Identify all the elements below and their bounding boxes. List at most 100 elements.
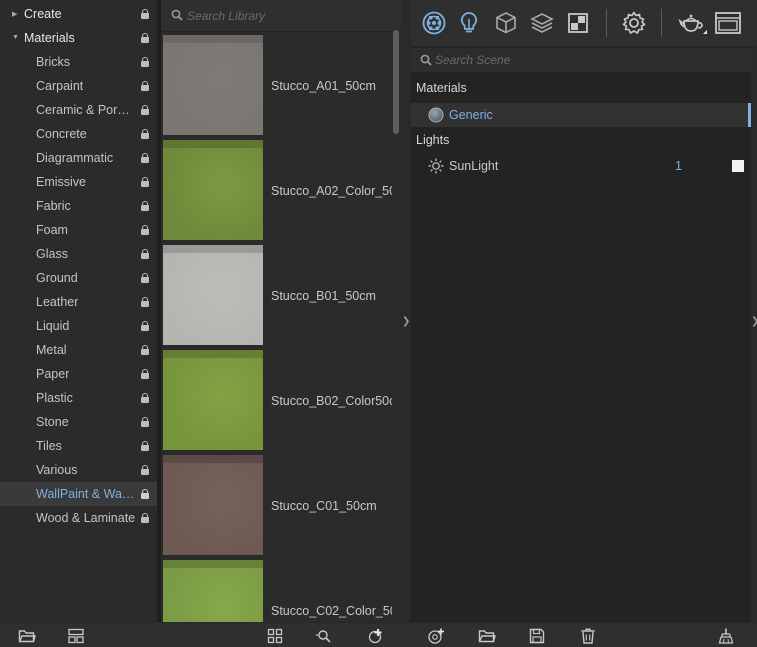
window-icon[interactable] (714, 10, 742, 36)
settings-icon[interactable] (621, 10, 647, 36)
material-thumbnail (163, 560, 263, 622)
scene-toolbar (411, 0, 757, 46)
tree-category-item[interactable]: Liquid (0, 314, 157, 338)
new-material-icon[interactable] (427, 627, 445, 645)
panel-splitter[interactable]: ❯ (401, 0, 411, 622)
tree-item-label: Plastic (36, 391, 73, 405)
tree-group-create[interactable]: ▶ Create (0, 2, 157, 26)
scene-search-input[interactable] (435, 50, 735, 70)
tree-item-label: Stone (36, 415, 69, 429)
cleanup-icon[interactable] (717, 627, 735, 645)
layout-icon[interactable] (67, 627, 85, 645)
chevron-down-icon[interactable]: ▼ (12, 34, 19, 41)
lock-icon (141, 273, 149, 283)
sun-icon (428, 158, 444, 174)
render-teapot-icon[interactable] (677, 10, 707, 36)
lock-icon (141, 129, 149, 139)
material-name: Stucco_A02_Color_50cm (271, 184, 395, 198)
lights-icon[interactable] (456, 10, 482, 36)
scene-list: Materials Generic Lights SunLight 1 (411, 46, 751, 622)
material-item[interactable]: Stucco_A02_Color_50cm (161, 140, 401, 242)
tree-group-materials[interactable]: ▼ Materials (0, 26, 157, 50)
tree-category-item[interactable]: Wood & Laminate (0, 506, 157, 530)
tree-category-item[interactable]: Diagrammatic (0, 146, 157, 170)
lock-icon (141, 297, 149, 307)
tree-item-label: Concrete (36, 127, 87, 141)
tree-category-item[interactable]: Carpaint (0, 74, 157, 98)
lock-icon (141, 393, 149, 403)
lights-section-title: Lights (416, 133, 450, 147)
library-search-input[interactable] (187, 6, 387, 26)
scene-light-row[interactable]: SunLight 1 (411, 154, 751, 178)
tree-item-label: Wood & Laminate (36, 511, 136, 525)
material-item[interactable]: Stucco_C02_Color_50cm (161, 560, 401, 622)
scene-search-bar (411, 48, 751, 72)
lock-icon (141, 513, 149, 523)
tree-category-item[interactable]: Concrete (0, 122, 157, 146)
find-icon[interactable] (315, 627, 333, 645)
tree-category-item[interactable]: Ground (0, 266, 157, 290)
tree-category-item[interactable]: Metal (0, 338, 157, 362)
search-icon (420, 54, 432, 66)
material-item[interactable]: Stucco_B02_Color50cm (161, 350, 401, 452)
tree-item-label: Carpaint (36, 79, 84, 93)
open-folder-icon[interactable] (18, 627, 36, 645)
save-icon[interactable] (528, 627, 546, 645)
material-name: Stucco_B02_Color50cm (271, 394, 395, 408)
tree-item-label: Liquid (36, 319, 70, 333)
materials-section-title: Materials (416, 81, 467, 95)
open-icon[interactable] (478, 627, 496, 645)
lock-icon (141, 201, 149, 211)
tree-category-item[interactable]: Tiles (0, 434, 157, 458)
tree-category-item[interactable]: Plastic (0, 386, 157, 410)
objects-icon[interactable] (493, 10, 519, 36)
bottom-toolbar (0, 622, 757, 647)
tree-category-item[interactable]: Ceramic & Porcel... (0, 98, 157, 122)
toolbar-separator (606, 9, 607, 37)
library-scrollbar-thumb[interactable] (393, 30, 399, 134)
tree-category-item[interactable]: Foam (0, 218, 157, 242)
category-tree: ▶ Create ▼ Materials Bricks Carpaint Ceramic &… (0, 0, 157, 622)
material-name: Generic (449, 108, 493, 122)
tree-category-item[interactable]: Paper (0, 362, 157, 386)
chevron-right-icon[interactable]: ❯ (751, 316, 757, 327)
material-item[interactable]: Stucco_A01_50cm (161, 35, 401, 137)
material-thumbnail (163, 455, 263, 555)
delete-icon[interactable] (579, 627, 597, 645)
material-name: Stucco_C02_Color_50cm (271, 604, 395, 618)
tree-item-label: Glass (36, 247, 68, 261)
tree-category-item[interactable]: Various (0, 458, 157, 482)
textures-icon[interactable] (565, 10, 591, 36)
material-name: Stucco_C01_50cm (271, 499, 377, 513)
lock-icon (141, 345, 149, 355)
chevron-right-icon[interactable]: ❯ (402, 316, 410, 327)
material-thumbnail (163, 350, 263, 450)
tree-category-item[interactable]: Emissive (0, 170, 157, 194)
light-enabled-checkbox[interactable] (732, 160, 744, 172)
tree-item-label: Fabric (36, 199, 71, 213)
material-sphere-icon (428, 107, 444, 123)
tree-item-label: Paper (36, 367, 70, 381)
chevron-right-icon[interactable]: ▶ (12, 10, 17, 18)
light-name: SunLight (449, 159, 499, 173)
tree-item-label: Various (36, 463, 78, 477)
tree-category-item[interactable]: Stone (0, 410, 157, 434)
tree-category-item[interactable]: Bricks (0, 50, 157, 74)
scene-material-row[interactable]: Generic (411, 103, 751, 127)
scene-panel: Materials Generic Lights SunLight 1 (411, 0, 757, 622)
tree-category-item[interactable]: Fabric (0, 194, 157, 218)
material-item[interactable]: Stucco_C01_50cm (161, 455, 401, 557)
lock-icon (141, 489, 149, 499)
tree-category-item[interactable]: WallPaint & Wall... (0, 482, 157, 506)
materials-icon[interactable] (421, 10, 447, 36)
add-icon[interactable] (366, 627, 384, 645)
tree-category-item[interactable]: Leather (0, 290, 157, 314)
tree-item-label: Create (24, 7, 62, 21)
material-thumbnail (163, 245, 263, 345)
scene-edge-strip: ❯ (751, 46, 757, 622)
material-item[interactable]: Stucco_B01_50cm (161, 245, 401, 347)
grid-view-icon[interactable] (266, 627, 284, 645)
layers-icon[interactable] (529, 10, 555, 36)
tree-category-item[interactable]: Glass (0, 242, 157, 266)
lock-icon (141, 465, 149, 475)
